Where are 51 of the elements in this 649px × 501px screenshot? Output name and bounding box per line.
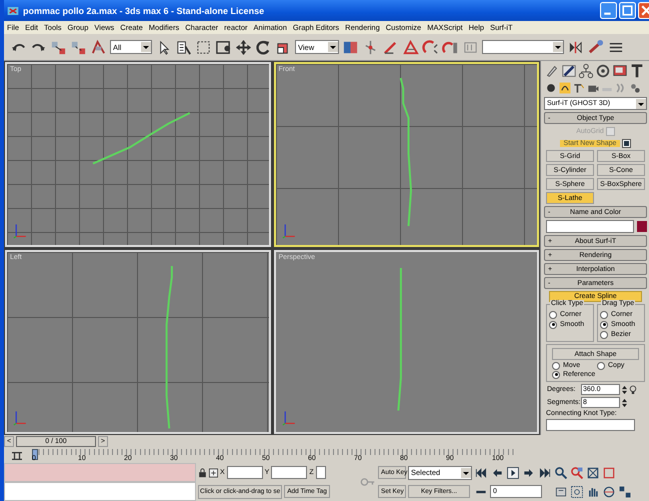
spinner-icon[interactable]	[622, 384, 627, 394]
systems-icon[interactable]	[628, 81, 642, 95]
go-to-start-icon[interactable]	[474, 466, 488, 480]
maxscript-listener-field[interactable]	[4, 463, 196, 482]
zoom-all-icon[interactable]	[570, 466, 584, 480]
spinner-icon[interactable]	[622, 398, 627, 408]
radio-button[interactable]	[552, 362, 560, 370]
color-swatch[interactable]	[637, 221, 647, 232]
zoom-extents-all-icon[interactable]	[602, 466, 616, 480]
rotate-icon[interactable]	[255, 38, 272, 56]
select-by-name-icon[interactable]	[175, 38, 192, 56]
lock-icon[interactable]	[198, 468, 207, 478]
window-title: pommac pollo 2a.max - 3ds max 6 - Stand-alone License	[23, 6, 266, 16]
radio-button[interactable]	[549, 320, 557, 328]
radio-button[interactable]	[600, 320, 608, 328]
minimize-button[interactable]	[600, 2, 617, 19]
motion-icon[interactable]	[595, 63, 611, 79]
x-coordinate-field[interactable]	[226, 466, 263, 479]
zoom-extents-icon[interactable]	[586, 466, 600, 480]
zoom-icon[interactable]	[554, 466, 568, 480]
radio-button[interactable]	[597, 362, 605, 370]
checkbox[interactable]	[622, 138, 632, 148]
geometry-icon[interactable]	[544, 81, 558, 95]
radio-button[interactable]	[552, 370, 560, 378]
hierarchy-icon[interactable]	[578, 63, 594, 79]
lightbulb-icon[interactable]	[629, 384, 637, 394]
create-icon[interactable]	[544, 63, 560, 79]
knot-type-dropdown[interactable]	[546, 419, 635, 431]
window-crossing-icon[interactable]	[215, 38, 232, 56]
name-field[interactable]	[546, 220, 634, 233]
radio-button[interactable]	[549, 310, 557, 318]
shapes-icon[interactable]	[558, 81, 572, 95]
region-select-icon[interactable]	[195, 38, 212, 56]
maxscript-output-field[interactable]	[4, 482, 196, 501]
radio-button[interactable]	[600, 310, 608, 318]
frame-marker[interactable]	[32, 448, 38, 460]
absolute-mode-icon[interactable]	[209, 468, 218, 478]
modify-icon[interactable]	[561, 63, 577, 79]
display-icon[interactable]	[612, 63, 628, 79]
y-coordinate-field[interactable]	[271, 466, 308, 479]
app-icon	[7, 4, 19, 16]
track-bar-icon[interactable]	[10, 450, 24, 460]
region-zoom-icon[interactable]	[570, 484, 584, 498]
maximize-button[interactable]	[619, 2, 636, 19]
play-icon[interactable]	[506, 466, 520, 480]
named-selection-dropdown[interactable]	[482, 40, 564, 54]
go-to-end-icon[interactable]	[538, 466, 552, 480]
z-coordinate-field[interactable]	[316, 466, 326, 479]
move-icon[interactable]	[235, 38, 252, 56]
utilities-icon[interactable]	[629, 63, 645, 79]
radio-button[interactable]	[600, 330, 608, 338]
